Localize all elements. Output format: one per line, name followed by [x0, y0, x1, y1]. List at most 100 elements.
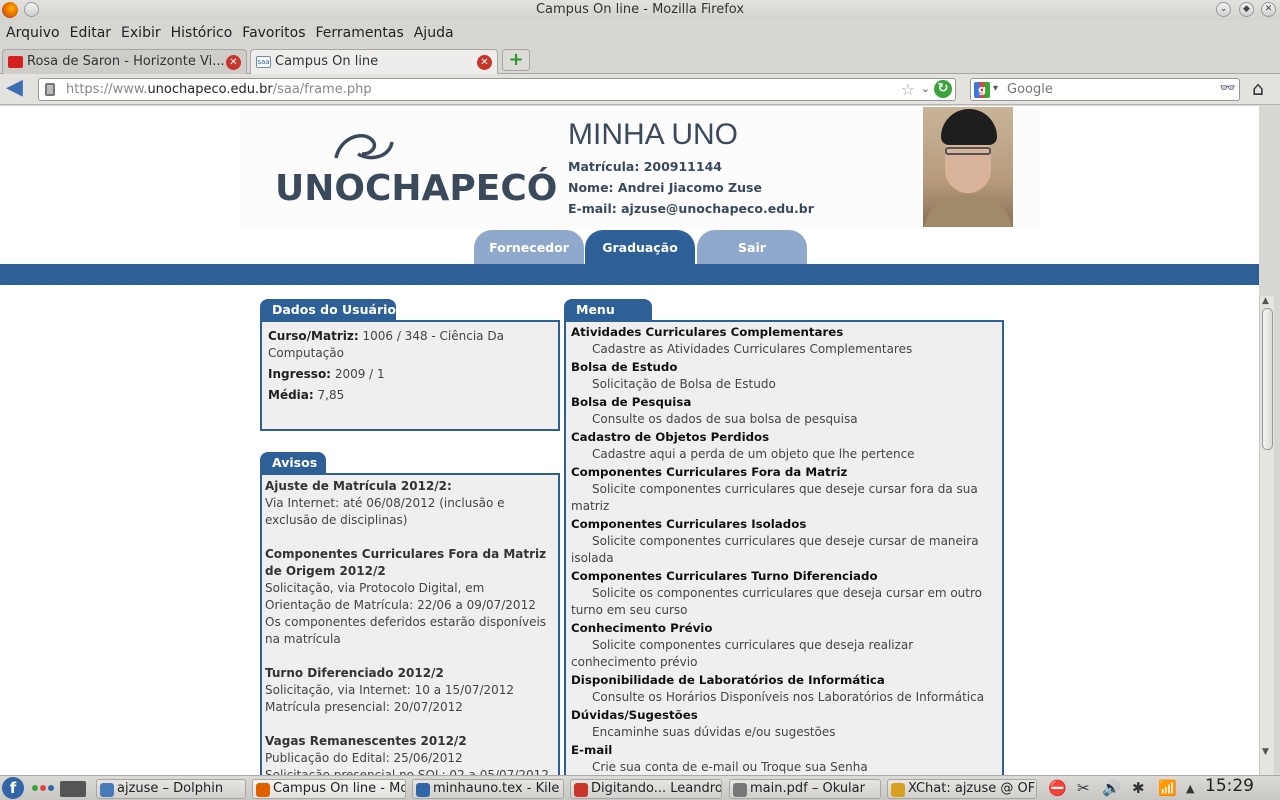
menu-item-title[interactable]: Dúvidas/Sugestões: [571, 707, 996, 724]
close-tab-icon[interactable]: ✕: [477, 55, 492, 70]
google-icon[interactable]: g: [974, 82, 990, 98]
menu-item-description[interactable]: Cadastre aqui a perda de um objeto que l…: [571, 446, 996, 463]
search-input[interactable]: [1007, 82, 1207, 97]
aviso-item: Vagas Remanescentes 2012/2 Publicação do …: [265, 733, 554, 775]
tab-graduacao[interactable]: Graduação: [585, 230, 695, 264]
aviso-title: Componentes Curriculares Fora da Matriz …: [265, 547, 547, 578]
volume-icon[interactable]: 🔊: [1102, 779, 1121, 797]
menu-exibir[interactable]: Exibir: [116, 22, 166, 41]
wifi-icon[interactable]: 📶: [1158, 779, 1177, 797]
menu-arquivo[interactable]: Arquivo: [0, 22, 65, 41]
menu-item-title[interactable]: Conhecimento Prévio: [571, 620, 996, 637]
page-scrollbar[interactable]: ▲ ▼: [1259, 296, 1274, 775]
stop-icon[interactable]: ⛔: [1048, 779, 1067, 797]
menu-item-title[interactable]: Componentes Curriculares Isolados: [571, 516, 996, 533]
menu-item[interactable]: Cadastro de Objetos Perdidos Cadastre aqu…: [571, 429, 996, 463]
scroll-down-icon[interactable]: ▼: [1262, 747, 1269, 757]
menu-item-title[interactable]: Disponibilidade de Laboratórios de Infor…: [571, 672, 996, 689]
menu-item-description[interactable]: Consulte os Horários Disponíveis nos Lab…: [571, 689, 996, 706]
tab-sair[interactable]: Sair: [697, 230, 807, 264]
menu-item-title[interactable]: Bolsa de Estudo: [571, 359, 996, 376]
menu-item[interactable]: Componentes Curriculares Turno Diferenci…: [571, 568, 996, 619]
reload-icon[interactable]: ↻: [934, 80, 952, 98]
home-icon[interactable]: ⌂: [1252, 78, 1264, 100]
maximize-button[interactable]: ◆: [1239, 2, 1254, 17]
scroll-up-icon[interactable]: ▲: [1262, 296, 1269, 306]
taskbar-task[interactable]: Digitando... Leandro: [570, 779, 722, 799]
menu-item-description[interactable]: Solicite componentes curriculares que de…: [571, 481, 996, 515]
menu-item[interactable]: Dúvidas/Sugestões Encaminhe suas dúvidas …: [571, 707, 996, 741]
menu-item-description[interactable]: Cadastre as Atividades Curriculares Comp…: [571, 341, 996, 358]
kde-menu-icon[interactable]: f: [2, 777, 24, 799]
menu-item[interactable]: Componentes Curriculares Fora da Matriz S…: [571, 464, 996, 515]
menu-ferramentas[interactable]: Ferramentas: [311, 22, 409, 41]
menu-item-description[interactable]: Crie sua conta de e-mail ou Troque sua S…: [571, 759, 996, 775]
menu-item[interactable]: E-mail Crie sua conta de e-mail ou Troque…: [571, 742, 996, 775]
menu-item-description[interactable]: Solicite componentes curriculares que de…: [571, 637, 996, 671]
chevron-down-icon[interactable]: ⌄: [921, 82, 930, 95]
menu-favoritos[interactable]: Favoritos: [237, 22, 310, 41]
pager-dot-icon[interactable]: [48, 785, 54, 791]
pager-dot-icon[interactable]: [32, 785, 38, 791]
taskbar-task[interactable]: main.pdf – Okular: [729, 779, 881, 799]
task-label: Digitando... Leandro: [591, 781, 722, 796]
menu-item-title[interactable]: Atividades Curriculares Complementares: [571, 324, 996, 341]
menu-item[interactable]: Bolsa de Pesquisa Consulte os dados de su…: [571, 394, 996, 428]
clock[interactable]: 15:29: [1205, 776, 1254, 796]
tray-expand-icon[interactable]: ▲: [1186, 782, 1194, 795]
menu-item[interactable]: Bolsa de Estudo Solicitação de Bolsa de E…: [571, 359, 996, 393]
curso-matriz: Curso/Matriz: 1006 / 348 - Ciência Da Co…: [268, 328, 552, 362]
user-photo: [923, 107, 1013, 227]
menu-item-description[interactable]: Consulte os dados de sua bolsa de pesqui…: [571, 411, 996, 428]
close-tab-icon[interactable]: ✕: [226, 55, 241, 70]
menu-item-title[interactable]: Componentes Curriculares Fora da Matriz: [571, 464, 996, 481]
chevron-down-icon[interactable]: ▾: [993, 83, 998, 94]
scrollbar-thumb[interactable]: [1262, 308, 1273, 450]
menu-item-title[interactable]: Cadastro de Objetos Perdidos: [571, 429, 996, 446]
close-window-button[interactable]: ✕: [1261, 2, 1276, 17]
pager-dot-icon[interactable]: [40, 785, 46, 791]
bookmark-star-icon[interactable]: ☆: [901, 80, 915, 99]
curso-label: Curso/Matriz:: [268, 329, 359, 343]
unochapeco-logo-text: UNOCHAPECÓ: [275, 168, 558, 209]
menu-item-title[interactable]: Componentes Curriculares Turno Diferenci…: [571, 568, 996, 585]
url-prefix: https://www.: [66, 82, 148, 97]
taskbar-task[interactable]: minhauno.tex - Kile: [412, 779, 564, 799]
back-button[interactable]: ◀: [6, 77, 30, 100]
lock-icon: [45, 83, 55, 96]
taskbar-task[interactable]: XChat: ajzuse @ OF: [887, 779, 1037, 799]
search-bar[interactable]: g ▾ 👓: [970, 78, 1240, 101]
menu-item[interactable]: Conhecimento Prévio Solicite componentes …: [571, 620, 996, 671]
menu-item-description[interactable]: Solicite os componentes curriculares que…: [571, 585, 996, 619]
scissors-icon[interactable]: ✂: [1077, 779, 1090, 797]
matricula-label: Matrícula:: [568, 159, 640, 174]
bluetooth-icon[interactable]: ✱: [1132, 779, 1145, 797]
email-line: E-mail: ajzuse@unochapeco.edu.br: [568, 201, 814, 216]
taskbar-task[interactable]: ajzuse – Dolphin: [96, 779, 246, 799]
aviso-item: Ajuste de Matrícula 2012/2: Via Internet:…: [265, 478, 554, 529]
tab-fornecedor[interactable]: Fornecedor: [474, 230, 584, 264]
taskbar-task[interactable]: Campus On line - Mo: [252, 779, 406, 799]
menu-item[interactable]: Atividades Curriculares Complementares Ca…: [571, 324, 996, 358]
menu-item-description[interactable]: Solicite componentes curriculares que de…: [571, 533, 996, 567]
tab-rosa-de-saron[interactable]: Rosa de Saron - Horizonte Vi... ✕: [2, 49, 247, 74]
menu-historico[interactable]: Histórico: [166, 22, 238, 41]
show-desktop-icon[interactable]: [60, 781, 86, 797]
menu-item-title[interactable]: Bolsa de Pesquisa: [571, 394, 996, 411]
new-tab-button[interactable]: +: [502, 49, 530, 71]
taskbar: f ajzuse – Dolphin Campus On line - Mo min…: [0, 775, 1280, 800]
tab-campus-online[interactable]: saa Campus On line ✕: [250, 49, 498, 75]
youtube-icon: [8, 56, 23, 68]
menu-item-description[interactable]: Solicitação de Bolsa de Estudo: [571, 376, 996, 393]
menu-item-title[interactable]: E-mail: [571, 742, 996, 759]
url-text[interactable]: https://www.unochapeco.edu.br/saa/frame.…: [66, 82, 372, 97]
menu-ajuda[interactable]: Ajuda: [409, 22, 459, 41]
binoculars-icon[interactable]: 👓: [1220, 81, 1236, 96]
menu-item[interactable]: Componentes Curriculares Isolados Solicit…: [571, 516, 996, 567]
menu-editar[interactable]: Editar: [65, 22, 116, 41]
menu-item-description[interactable]: Encaminhe suas dúvidas e/ou sugestões: [571, 724, 996, 741]
minimize-button[interactable]: ⌄: [1216, 2, 1231, 17]
menu-list: Atividades Curriculares Complementares Ca…: [566, 322, 1002, 775]
menu-item[interactable]: Disponibilidade de Laboratórios de Infor…: [571, 672, 996, 706]
url-bar[interactable]: https://www.unochapeco.edu.br/saa/frame.…: [38, 78, 956, 101]
